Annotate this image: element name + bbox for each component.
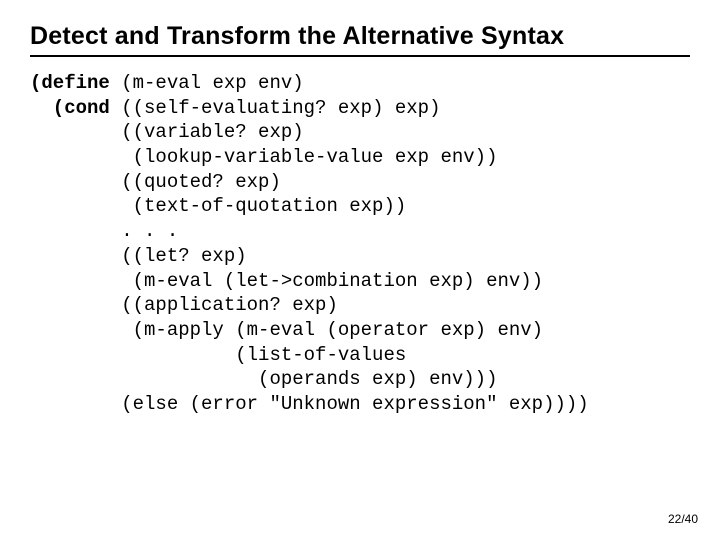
code-line-3: ((variable? exp) <box>30 121 304 143</box>
code-line-2-keyword: (cond <box>30 97 110 119</box>
page-number: 22/40 <box>668 512 698 526</box>
code-line-1-rest: (m-eval exp env) <box>110 72 304 94</box>
code-line-9: (m-eval (let->combination exp) env)) <box>30 270 543 292</box>
code-line-7: . . . <box>30 220 178 242</box>
code-line-14: (else (error "Unknown expression" exp)))… <box>30 393 589 415</box>
code-line-6: (text-of-quotation exp)) <box>30 195 406 217</box>
code-block: (define (m-eval exp env) (cond ((self-ev… <box>30 71 690 417</box>
code-line-2-rest: ((self-evaluating? exp) exp) <box>110 97 441 119</box>
title-rule <box>30 55 690 57</box>
code-line-11: (m-apply (m-eval (operator exp) env) <box>30 319 543 341</box>
slide: Detect and Transform the Alternative Syn… <box>0 0 720 540</box>
page-title: Detect and Transform the Alternative Syn… <box>30 22 690 51</box>
code-line-10: ((application? exp) <box>30 294 338 316</box>
code-line-5: ((quoted? exp) <box>30 171 281 193</box>
code-line-4: (lookup-variable-value exp env)) <box>30 146 497 168</box>
code-line-12: (list-of-values <box>30 344 406 366</box>
code-line-13: (operands exp) env))) <box>30 368 497 390</box>
code-line-1-keyword: (define <box>30 72 110 94</box>
code-line-8: ((let? exp) <box>30 245 247 267</box>
